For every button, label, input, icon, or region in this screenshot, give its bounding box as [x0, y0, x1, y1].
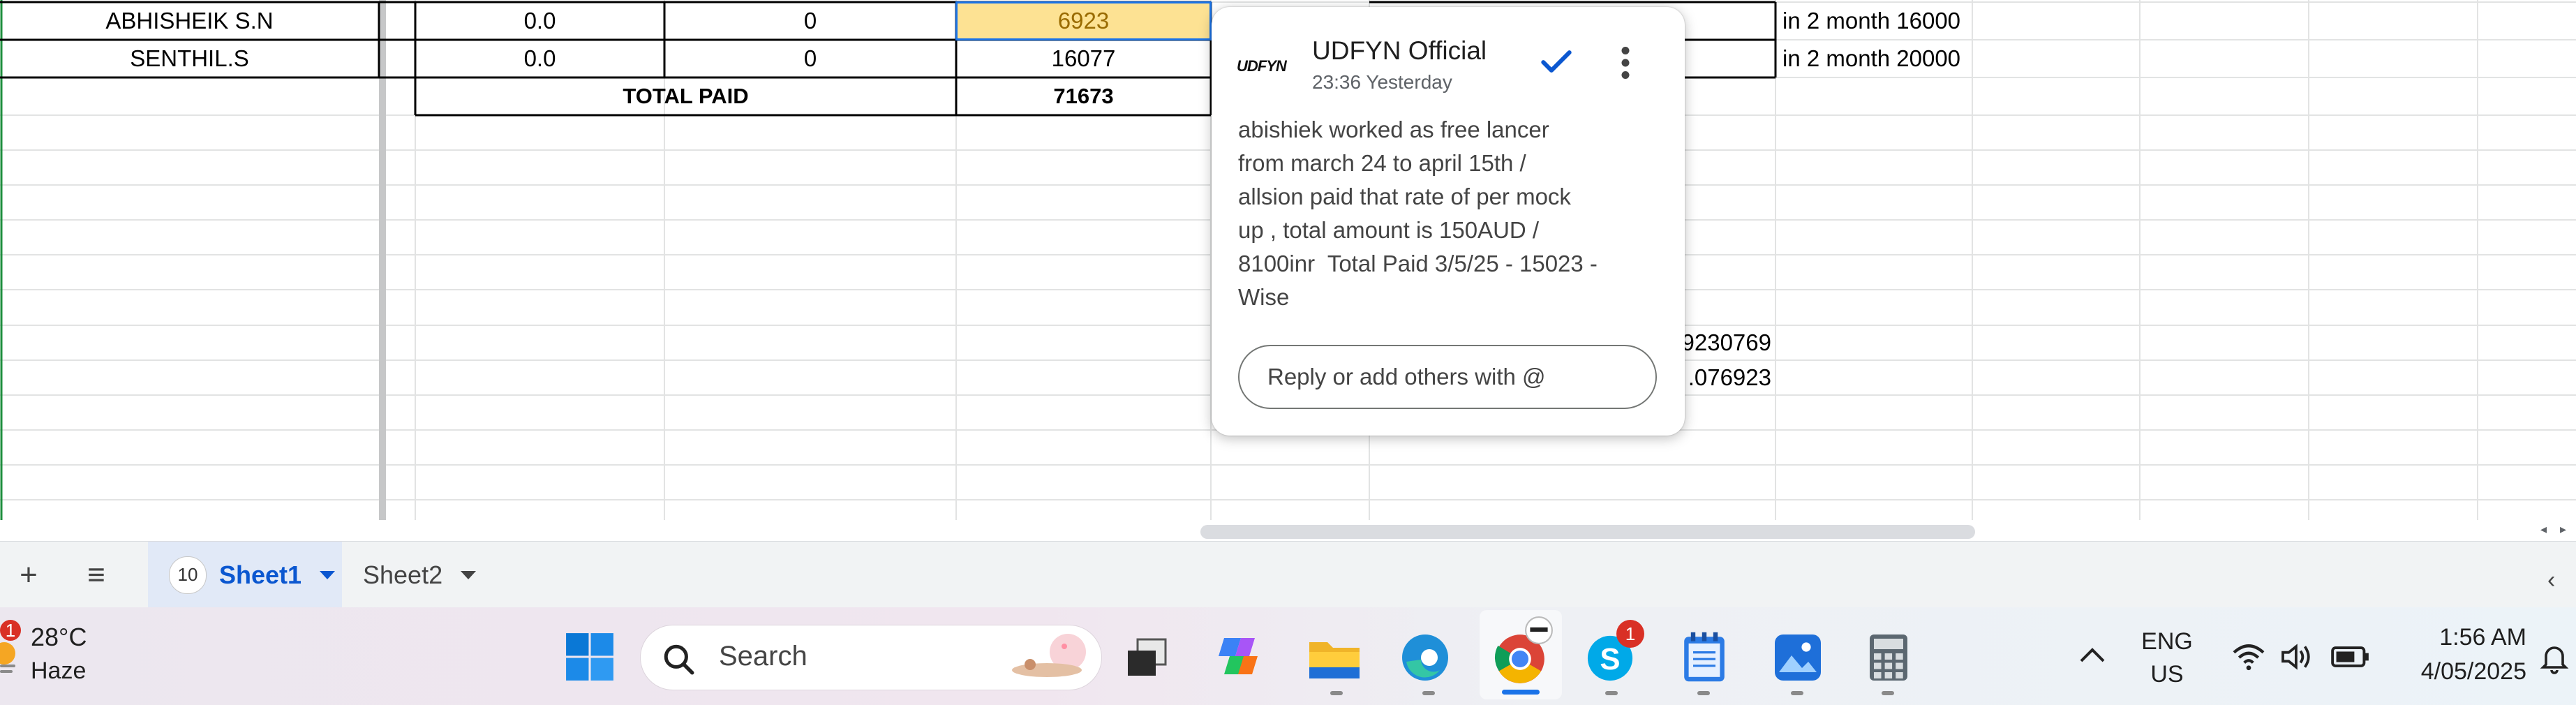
cell-total-value[interactable]: 71673: [956, 77, 1211, 115]
running-indicator: [1882, 691, 1894, 695]
language-line2: US: [2150, 661, 2184, 688]
add-sheet-button[interactable]: +: [7, 542, 50, 608]
cell-note-row2[interactable]: in 2 month 20000: [1775, 40, 2194, 77]
all-sheets-menu-button[interactable]: ≡: [71, 542, 121, 608]
running-indicator: [1330, 691, 1343, 695]
weather-temperature[interactable]: 28°C: [31, 623, 87, 652]
cell-name-row1[interactable]: ABHISHEIK S.N: [0, 2, 379, 40]
copilot-icon[interactable]: [1216, 632, 1266, 680]
cell-total-label[interactable]: TOTAL PAID: [415, 77, 956, 115]
scroll-left-arrow-icon[interactable]: ◂: [2540, 522, 2547, 537]
running-indicator: [1697, 691, 1710, 695]
author-logo: UDFYN: [1237, 57, 1287, 75]
search-highlight-illustration-icon: [1012, 634, 1086, 677]
windows-taskbar: 1 28°C Haze Search S 1 ENG US 1:56 AM 4/…: [0, 607, 2576, 705]
running-indicator: [1422, 691, 1435, 695]
notifications-bell-icon[interactable]: [2538, 641, 2571, 674]
resolve-check-icon[interactable]: [1537, 42, 1576, 81]
search-label: Search: [719, 641, 807, 671]
file-explorer-icon[interactable]: [1306, 634, 1362, 681]
tab-sheet1-label: Sheet1: [219, 560, 302, 589]
search-icon: [664, 644, 694, 675]
running-indicator: [1605, 691, 1618, 695]
language-line1: ENG: [2141, 628, 2193, 655]
skype-notification-badge: 1: [1616, 620, 1644, 648]
cell-note-row1[interactable]: in 2 month 16000: [1775, 2, 2194, 40]
photos-icon[interactable]: [1773, 632, 1823, 683]
comment-body: abishiek worked as free lancer from marc…: [1238, 117, 1598, 310]
collapse-side-panel-icon[interactable]: ‹: [2547, 567, 2555, 594]
tab-sheet2-label: Sheet2: [363, 560, 443, 589]
cell-col3-row1[interactable]: 0: [664, 2, 956, 40]
weather-badge: 1: [0, 620, 21, 641]
weather-condition[interactable]: Haze: [31, 658, 86, 685]
more-options-icon[interactable]: [1615, 42, 1636, 84]
cell-col4-row1-selected[interactable]: 6923: [955, 1, 1212, 40]
svg-text:S: S: [1600, 642, 1620, 676]
cell-col2-row1[interactable]: 0.0: [415, 2, 664, 40]
scrollbar-thumb[interactable]: [1200, 525, 1975, 539]
show-hidden-icons-chevron-up-icon[interactable]: [2078, 645, 2106, 666]
chevron-down-icon[interactable]: [461, 570, 477, 579]
clock-time: 1:56 AM: [2439, 624, 2526, 651]
cell-name-row2[interactable]: SENTHIL.S: [0, 40, 379, 77]
comment-card: UDFYN UDFYN Official 23:36 Yesterday abi…: [1212, 7, 1685, 436]
battery-icon[interactable]: [2331, 644, 2370, 670]
cell-col2-row2[interactable]: 0.0: [415, 40, 664, 77]
sheet-tab-bar: + ≡ 10 Sheet1 Sheet2: [0, 541, 2576, 608]
windows-start-icon[interactable]: [564, 631, 616, 683]
notepad-icon[interactable]: [1682, 630, 1727, 684]
chrome-profile-avatar-icon: [1525, 616, 1553, 644]
active-app-indicator: [1502, 690, 1540, 695]
language-indicator[interactable]: ENG US: [2136, 628, 2198, 688]
scroll-right-arrow-icon[interactable]: ▸: [2560, 522, 2566, 537]
running-indicator: [1791, 691, 1803, 695]
cell-col3-row2[interactable]: 0: [664, 40, 956, 77]
tab-sheet2[interactable]: Sheet2: [342, 542, 502, 608]
comment-author: UDFYN Official: [1312, 36, 1487, 65]
wifi-icon[interactable]: [2231, 642, 2267, 671]
task-view-icon[interactable]: [1125, 637, 1170, 678]
comment-time: 23:36 Yesterday: [1312, 71, 1452, 93]
calculator-icon[interactable]: [1868, 631, 1909, 684]
clock[interactable]: 1:56 AM 4/05/2025: [2394, 624, 2526, 685]
sheet1-badge: 10: [169, 556, 207, 594]
cell-col4-row2[interactable]: 16077: [956, 40, 1211, 77]
volume-icon[interactable]: [2279, 642, 2316, 671]
chevron-down-icon[interactable]: [320, 570, 336, 579]
edge-browser-icon[interactable]: [1400, 632, 1450, 683]
tab-sheet1[interactable]: 10 Sheet1: [148, 542, 342, 608]
reply-input[interactable]: Reply or add others with @: [1238, 345, 1657, 409]
clock-date: 4/05/2025: [2420, 658, 2526, 685]
